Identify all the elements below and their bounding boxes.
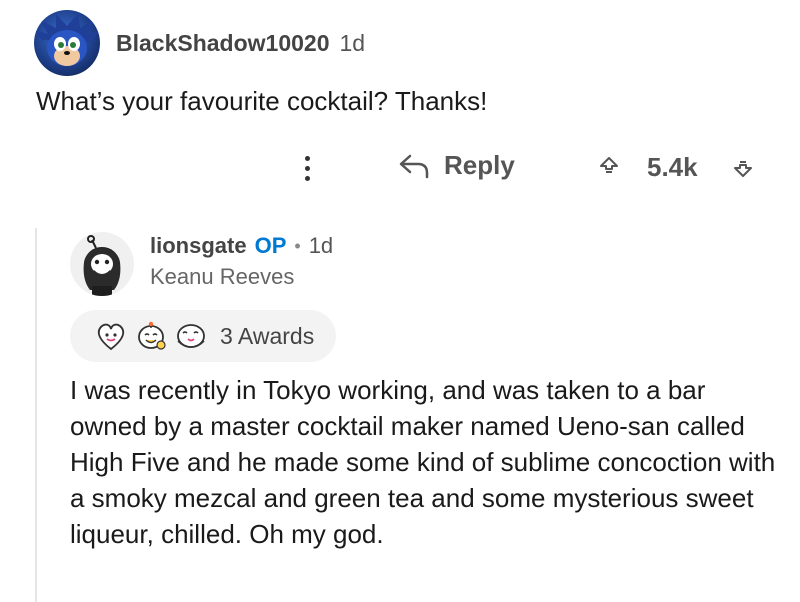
separator: • xyxy=(294,236,301,256)
avatar[interactable] xyxy=(70,232,134,296)
avatar[interactable] xyxy=(34,10,100,76)
reply-arrow-icon xyxy=(399,154,429,178)
op-badge: OP xyxy=(254,233,287,258)
user-flair: Keanu Reeves xyxy=(150,264,295,289)
thread-line[interactable] xyxy=(35,228,37,602)
awards-button[interactable]: 3 Awards xyxy=(70,310,337,362)
hugz-award-icon xyxy=(177,324,205,348)
upvote-icon xyxy=(600,157,618,173)
timestamp: 1d xyxy=(308,233,334,258)
comment-text: What’s your favourite cocktail? Thanks! xyxy=(36,86,488,116)
timestamp: 1d xyxy=(339,29,366,56)
reply-label: Reply xyxy=(444,150,515,180)
more-vertical-icon-dot xyxy=(304,165,310,171)
wholesome-award-icon xyxy=(138,321,166,350)
reply-header: lionsgate OP • 1d Keanu Reeves xyxy=(70,232,333,296)
comment-header: BlackShadow10020 1d xyxy=(34,10,365,76)
reply-button[interactable]: Reply xyxy=(398,150,515,181)
heart-award-icon xyxy=(97,323,125,351)
more-vertical-icon xyxy=(304,155,310,161)
username[interactable]: lionsgate xyxy=(150,232,247,260)
vote-score: 5.4k xyxy=(647,152,698,182)
username[interactable]: BlackShadow10020 xyxy=(116,30,330,57)
reply-text: I was recently in Tokyo working, and was… xyxy=(70,375,776,549)
upvote-button[interactable] xyxy=(598,156,620,183)
reply-meta: lionsgate OP • 1d Keanu Reeves xyxy=(150,232,333,290)
downvote-icon xyxy=(734,161,752,177)
more-vertical-icon-dot xyxy=(304,175,310,181)
awards-count: 3 Awards xyxy=(220,322,315,349)
downvote-button[interactable] xyxy=(732,156,754,183)
more-options-button[interactable] xyxy=(296,148,318,188)
name-row: lionsgate OP • 1d xyxy=(150,232,333,260)
comment-actions: Reply 5.4k xyxy=(0,148,800,188)
